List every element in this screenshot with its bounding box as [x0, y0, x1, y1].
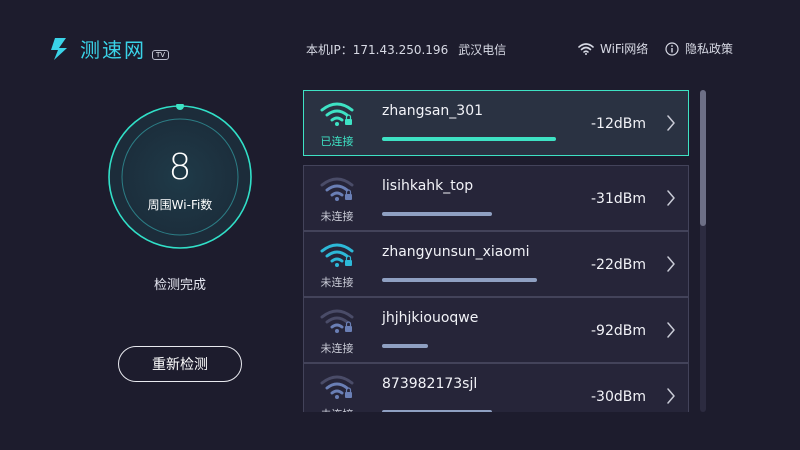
app-name: 测速网	[80, 38, 146, 62]
signal-strength-bar	[382, 344, 560, 348]
nav-privacy-policy[interactable]: 隐私政策	[665, 40, 733, 57]
chevron-right-icon	[667, 190, 675, 206]
wifi-signal-lock-icon	[320, 177, 354, 201]
wifi-list[interactable]: 已连接 zhangsan_301 -12dBm 未连接 lisihkahk_top -31…	[303, 90, 691, 412]
wifi-ssid: 873982173sjl	[382, 376, 478, 392]
chevron-right-icon	[667, 115, 675, 131]
signal-dbm: -22dBm	[591, 257, 646, 273]
signal-strength-fill	[382, 278, 537, 282]
header: 测速网 TV 本机IP：171.43.250.196 武汉电信 WiFi网络 隐私…	[0, 0, 800, 92]
wifi-signal-lock-icon	[320, 243, 354, 267]
scan-status: 检测完成	[153, 278, 206, 293]
wifi-list-item[interactable]: 未连接 zhangyunsun_xiaomi -22dBm	[303, 231, 689, 297]
connection-state: 未连接	[320, 342, 354, 355]
wifi-ssid: lisihkahk_top	[382, 178, 474, 194]
ip-address: 本机IP：171.43.250.196	[306, 43, 449, 57]
signal-strength-bar	[382, 278, 560, 282]
connection-state: 未连接	[304, 406, 370, 412]
signal-strength-fill	[382, 212, 492, 216]
chevron-right-icon	[667, 256, 675, 272]
wifi-icon	[578, 42, 594, 55]
wifi-ssid: zhangsan_301	[382, 103, 484, 119]
signal-dbm: -92dBm	[591, 323, 646, 339]
nav-wifi-network[interactable]: WiFi网络	[578, 40, 648, 57]
scroll-thumb[interactable]	[700, 90, 706, 226]
wifi-count-label: 周围Wi-Fi数	[147, 198, 213, 212]
nav-privacy-label: 隐私政策	[685, 42, 734, 56]
signal-strength-fill	[382, 137, 556, 141]
signal-dbm: -30dBm	[591, 389, 646, 405]
wifi-list-item[interactable]: 未连接 jhjhjkiouoqwe -92dBm	[303, 297, 689, 363]
connection-state: 未连接	[320, 210, 354, 223]
app-logo: 测速网 TV	[46, 34, 170, 63]
chevron-right-icon	[667, 322, 675, 338]
scrollbar[interactable]	[700, 90, 706, 412]
wifi-signal-lock-icon	[320, 375, 354, 399]
signal-strength-fill	[382, 344, 428, 348]
wifi-signal-lock-icon	[320, 309, 354, 333]
info-icon	[665, 41, 679, 56]
signal-dbm: -12dBm	[591, 116, 646, 132]
signal-dbm: -31dBm	[591, 191, 646, 207]
wifi-list-item[interactable]: 未连接 873982173sjl -30dBm	[303, 363, 689, 412]
rescan-button[interactable]: 重新检测	[118, 346, 242, 382]
wifi-count-gauge: 8 周围Wi-Fi数	[107, 104, 253, 250]
ip-info: 本机IP：171.43.250.196 武汉电信	[306, 41, 506, 58]
speed-logo-icon	[51, 37, 67, 60]
wifi-list-item[interactable]: 未连接 lisihkahk_top -31dBm	[303, 165, 689, 231]
connection-state: 未连接	[320, 276, 354, 289]
tv-badge: TV	[152, 49, 170, 60]
signal-strength-bar	[382, 410, 560, 412]
wifi-ssid: zhangyunsun_xiaomi	[382, 244, 530, 260]
wifi-signal-lock-icon	[320, 102, 354, 126]
signal-strength-bar	[382, 137, 560, 141]
connection-state: 已连接	[320, 135, 354, 148]
wifi-list-item[interactable]: 已连接 zhangsan_301 -12dBm	[303, 90, 689, 156]
wifi-ssid: jhjhjkiouoqwe	[382, 310, 479, 326]
signal-strength-bar	[382, 212, 560, 216]
nav-wifi-label: WiFi网络	[600, 42, 649, 56]
wifi-count-value: 8	[168, 147, 192, 188]
isp-name: 武汉电信	[458, 43, 507, 57]
signal-strength-fill	[382, 410, 492, 412]
chevron-right-icon	[667, 388, 675, 404]
